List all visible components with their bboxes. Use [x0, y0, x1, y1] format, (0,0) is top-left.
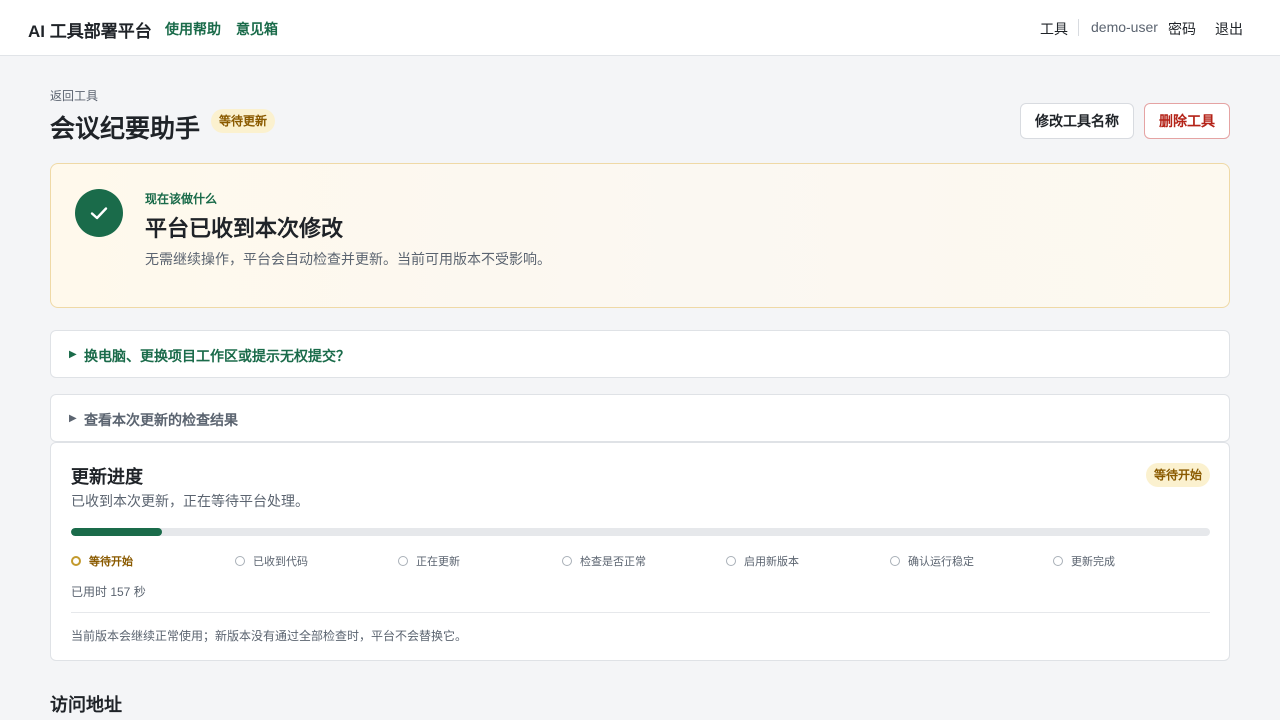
triangle-right-icon: ▶: [69, 413, 77, 424]
collapsible-troubleshoot[interactable]: ▶ 换电脑、更换项目工作区或提示无权提交？: [50, 330, 1230, 378]
progress-step-updating: 正在更新: [398, 553, 460, 569]
step-dot-icon: [890, 556, 900, 566]
progress-step-enable: 启用新版本: [726, 553, 799, 569]
step-label: 已收到代码: [253, 556, 308, 568]
divider: [71, 612, 1210, 613]
step-label: 检查是否正常: [580, 556, 646, 568]
progress-step-done: 更新完成: [1053, 553, 1115, 569]
next-step-description: 无需继续操作，平台会自动检查并更新。当前可用版本不受影响。: [145, 251, 551, 267]
access-address-heading: 访问地址: [50, 695, 122, 715]
collapsible-label: 查看本次更新的检查结果: [84, 412, 238, 428]
back-to-tools-link[interactable]: 返回工具: [50, 87, 98, 104]
collapsible-check-results[interactable]: ▶ 查看本次更新的检查结果: [50, 394, 1230, 442]
step-dot-icon: [398, 556, 408, 566]
nav-feedback-link[interactable]: 意见箱: [236, 19, 278, 39]
page-title: 会议纪要助手: [50, 115, 201, 143]
nav-divider: [1078, 19, 1079, 36]
status-badge: 等待更新: [211, 109, 276, 133]
progress-step-checking: 检查是否正常: [562, 553, 646, 569]
progress-bar: [71, 528, 1210, 536]
progress-title: 更新进度: [71, 467, 143, 487]
top-navigation-bar: AI 工具部署平台 使用帮助 意见箱 工具 demo-user 密码 退出: [0, 0, 1280, 56]
step-label: 正在更新: [416, 556, 460, 568]
step-dot-icon: [562, 556, 572, 566]
rename-tool-button[interactable]: 修改工具名称: [1020, 103, 1134, 139]
logout-link[interactable]: 退出: [1215, 19, 1243, 39]
step-label: 确认运行稳定: [908, 556, 974, 568]
step-label: 更新完成: [1071, 556, 1115, 568]
step-label: 启用新版本: [744, 556, 799, 568]
progress-step-received: 已收到代码: [235, 553, 308, 569]
step-label: 等待开始: [89, 556, 133, 568]
next-step-kicker: 现在该做什么: [145, 192, 218, 206]
progress-step-stable: 确认运行稳定: [890, 553, 974, 569]
step-dot-icon: [71, 556, 81, 566]
elapsed-time: 已用时 157 秒: [71, 585, 146, 599]
progress-note: 当前版本会继续正常使用；新版本没有通过全部检查时，平台不会替换它。: [71, 629, 468, 643]
delete-tool-button[interactable]: 删除工具: [1144, 103, 1230, 139]
progress-step-waiting: 等待开始: [71, 553, 133, 569]
step-dot-icon: [1053, 556, 1063, 566]
progress-bar-fill: [71, 528, 163, 536]
password-link[interactable]: 密码: [1168, 19, 1196, 39]
update-progress-card: 更新进度 已收到本次更新，正在等待平台处理。 等待开始 等待开始 已收到代码 正…: [50, 442, 1230, 661]
nav-help-link[interactable]: 使用帮助: [165, 19, 221, 39]
check-icon: [75, 189, 123, 237]
progress-description: 已收到本次更新，正在等待平台处理。: [71, 493, 309, 509]
step-dot-icon: [726, 556, 736, 566]
step-dot-icon: [235, 556, 245, 566]
current-username: demo-user: [1091, 19, 1158, 35]
collapsible-label: 换电脑、更换项目工作区或提示无权提交？: [84, 348, 350, 364]
next-step-card: 现在该做什么 平台已收到本次修改 无需继续操作，平台会自动检查并更新。当前可用版…: [50, 163, 1230, 308]
progress-status-badge: 等待开始: [1146, 463, 1211, 487]
triangle-right-icon: ▶: [69, 349, 77, 360]
nav-tools-link[interactable]: 工具: [1040, 19, 1068, 39]
brand-title[interactable]: AI 工具部署平台: [28, 17, 152, 42]
next-step-title: 平台已收到本次修改: [145, 216, 344, 241]
